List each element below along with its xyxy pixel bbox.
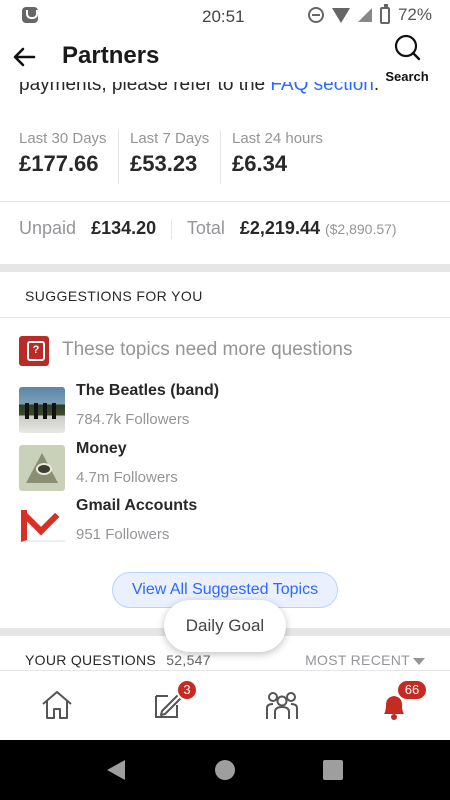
topic-item[interactable]: Money 4.7m Followers (19, 440, 439, 496)
faq-text: payments, please refer to the FAQ sectio… (19, 82, 379, 96)
stat-last-24-hours: Last 24 hours £6.34 (220, 130, 323, 184)
home-icon[interactable] (37, 685, 77, 725)
topic-thumbnail (19, 502, 65, 548)
search-icon (394, 34, 421, 61)
system-nav-bar (0, 740, 450, 800)
bottom-nav: 3 66 (0, 670, 450, 740)
stat-last-7-days: Last 7 Days £53.23 (118, 130, 209, 184)
search-button[interactable]: Search (382, 34, 432, 84)
battery-percent: 72% (397, 5, 432, 24)
daily-goal-button[interactable]: Daily Goal (164, 600, 286, 652)
stat-last-30-days: Last 30 Days £177.66 (19, 130, 107, 176)
suggestions-heading: SUGGESTIONS FOR YOU (25, 288, 203, 304)
do-not-disturb-icon (307, 7, 324, 23)
page-title: Partners (62, 42, 160, 69)
divider (0, 201, 450, 202)
topic-item[interactable]: The Beatles (band) 784.7k Followers (19, 382, 439, 438)
earnings-stats: Last 30 Days £177.66 Last 7 Days £53.23 … (0, 130, 450, 184)
your-questions-header: YOUR QUESTIONS 52,547 MOST RECENT (25, 652, 425, 668)
spaces-people-icon[interactable] (262, 685, 302, 725)
total-value: £2,219.44 (239, 218, 320, 238)
faq-link[interactable]: FAQ section (270, 82, 374, 95)
divider (171, 219, 173, 240)
status-time: 20:51 (202, 7, 245, 26)
notifications-badge: 66 (396, 679, 428, 701)
back-arrow-icon[interactable] (10, 42, 40, 72)
earnings-totals: Unpaid £134.20 Total £2,219.44 ($2,890.5… (19, 218, 397, 240)
system-home-icon[interactable] (215, 760, 235, 780)
section-separator (0, 264, 450, 272)
wifi-icon (331, 7, 350, 23)
app-header: Partners Search (0, 32, 450, 84)
partners-content[interactable]: payments, please refer to the FAQ sectio… (0, 82, 450, 670)
divider (0, 317, 450, 318)
status-bar: 20:51 72% (0, 0, 450, 32)
status-icons: 72% (307, 3, 432, 25)
your-questions-count: 52,547 (166, 652, 211, 668)
app-notification-icon (22, 7, 38, 23)
system-recents-icon[interactable] (323, 760, 343, 780)
topic-thumbnail (19, 445, 65, 491)
topic-item[interactable]: Gmail Accounts 951 Followers (19, 497, 439, 553)
answer-tab[interactable]: 3 (148, 679, 198, 725)
unpaid-value: £134.20 (91, 218, 157, 238)
chevron-down-icon (413, 657, 425, 665)
signal-icon (357, 8, 372, 22)
topics-prompt: These topics need more questions (19, 336, 439, 368)
answer-badge: 3 (176, 679, 198, 701)
total-usd: ($2,890.57) (324, 221, 397, 237)
battery-icon (379, 3, 390, 24)
notifications-tab[interactable]: 66 (374, 679, 428, 725)
your-questions-heading: YOUR QUESTIONS (25, 652, 156, 668)
sort-dropdown[interactable]: MOST RECENT (305, 652, 425, 668)
system-back-icon[interactable] (107, 760, 125, 780)
topic-thumbnail (19, 387, 65, 433)
question-icon (19, 336, 49, 366)
